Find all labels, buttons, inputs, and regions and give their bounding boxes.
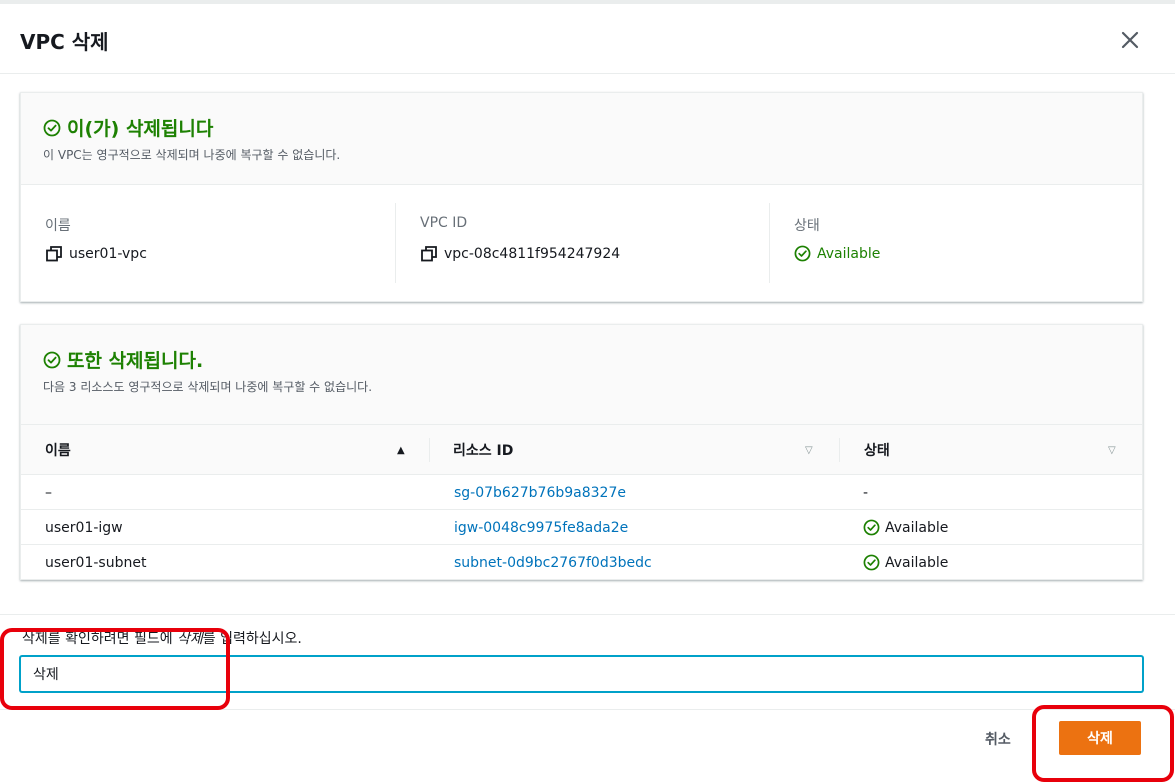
related-panel-description: 다음 3 리소스도 영구적으로 삭제되며 나중에 복구할 수 없습니다. [43, 380, 373, 394]
field-status-label: 상태 [794, 218, 820, 234]
row-name: user01-subnet [45, 554, 147, 571]
check-circle-icon [43, 119, 61, 136]
vpc-name: user01-vpc [69, 246, 147, 262]
column-header-name[interactable]: 이름 ▲ [45, 425, 411, 475]
row-status: - [863, 475, 868, 510]
confirm-instruction: 삭제를 확인하려면 필드에 삭제를 입력하십시오. [22, 628, 302, 648]
copy-icon[interactable] [45, 245, 63, 263]
vpc-id: vpc-08c4811f954247924 [444, 246, 621, 262]
primary-panel-header: 이(가) 삭제됩니다 이 VPC는 영구적으로 삭제되며 나중에 복구할 수 없… [21, 93, 1142, 185]
primary-panel-title-text: 이(가) 삭제됩니다 [67, 118, 214, 140]
field-status-value: Available [794, 245, 880, 262]
confirm-instruction-suffix: 를 입력하십시오. [202, 631, 302, 647]
row-status-text: - [863, 484, 869, 501]
column-header-status[interactable]: 상태 ▽ [864, 425, 1124, 475]
row-status-text: Available [885, 554, 949, 571]
table-row: – sg-07b627b76b9a8327e - [21, 475, 1142, 510]
sort-down-icon[interactable]: ▽ [805, 445, 813, 456]
field-status: 상태 Available [769, 203, 1143, 283]
table-row: user01-subnet subnet-0d9bc2767f0d3bedc A… [21, 545, 1142, 580]
row-resource-id-link[interactable]: sg-07b627b76b9a8327e [454, 475, 626, 510]
primary-panel-description: 이 VPC는 영구적으로 삭제되며 나중에 복구할 수 없습니다. [43, 148, 341, 162]
check-circle-icon [863, 519, 880, 536]
field-name-label: 이름 [45, 218, 71, 234]
row-status-text: Available [885, 519, 949, 536]
copy-icon[interactable] [420, 245, 438, 263]
primary-resource-panel: 이(가) 삭제됩니다 이 VPC는 영구적으로 삭제되며 나중에 복구할 수 없… [20, 92, 1143, 302]
table-row: user01-igw igw-0048c9975fe8ada2e Availab… [21, 510, 1142, 545]
row-status: Available [863, 545, 948, 580]
cancel-button[interactable]: 취소 [985, 724, 1011, 754]
sort-down-icon[interactable]: ▽ [1108, 445, 1116, 456]
column-header-resource-id[interactable]: 리소스 ID ▽ [453, 425, 823, 475]
close-icon [1121, 31, 1139, 49]
field-vpc-id: VPC ID vpc-08c4811f954247924 [395, 203, 769, 283]
column-header-status-label: 상태 [864, 443, 890, 459]
row-name: user01-igw [45, 519, 123, 536]
table-header: 이름 ▲ 리소스 ID ▽ 상태 ▽ [21, 425, 1142, 475]
primary-panel-title: 이(가) 삭제됩니다 [43, 114, 213, 141]
column-divider [839, 438, 840, 462]
close-button[interactable] [1116, 26, 1144, 54]
row-resource-id-link[interactable]: subnet-0d9bc2767f0d3bedc [454, 545, 652, 580]
column-divider [429, 438, 430, 462]
related-panel-title: 또한 삭제됩니다. [43, 346, 203, 373]
check-circle-icon [863, 554, 880, 571]
vpc-status: Available [817, 245, 881, 262]
field-name-value: user01-vpc [45, 245, 147, 263]
delete-button[interactable]: 삭제 [1059, 721, 1141, 755]
modal-header: VPC 삭제 [0, 4, 1175, 74]
check-circle-icon [794, 245, 811, 262]
footer-divider [0, 709, 1175, 710]
modal-title: VPC 삭제 [20, 30, 109, 54]
related-resources-panel: 또한 삭제됩니다. 다음 3 리소스도 영구적으로 삭제되며 나중에 복구할 수… [20, 324, 1143, 580]
row-name: – [45, 484, 52, 501]
field-vpc-id-value: vpc-08c4811f954247924 [420, 245, 620, 263]
related-panel-title-text: 또한 삭제됩니다. [67, 350, 204, 372]
row-status: Available [863, 510, 948, 545]
check-circle-icon [43, 351, 61, 368]
related-panel-header: 또한 삭제됩니다. 다음 3 리소스도 영구적으로 삭제되며 나중에 복구할 수… [21, 325, 1142, 425]
section-divider [0, 614, 1175, 615]
column-header-name-label: 이름 [45, 443, 71, 459]
row-resource-id-link[interactable]: igw-0048c9975fe8ada2e [454, 510, 628, 545]
field-name: 이름 user01-vpc [21, 203, 395, 283]
column-header-resource-id-label: 리소스 ID [453, 443, 514, 459]
field-vpc-id-label: VPC ID [420, 215, 468, 231]
confirm-instruction-prefix: 삭제를 확인하려면 필드에 [22, 631, 178, 647]
sort-ascending-icon[interactable]: ▲ [397, 445, 405, 456]
confirm-delete-input[interactable] [20, 656, 1143, 692]
confirm-keyword: 삭제 [177, 631, 203, 647]
